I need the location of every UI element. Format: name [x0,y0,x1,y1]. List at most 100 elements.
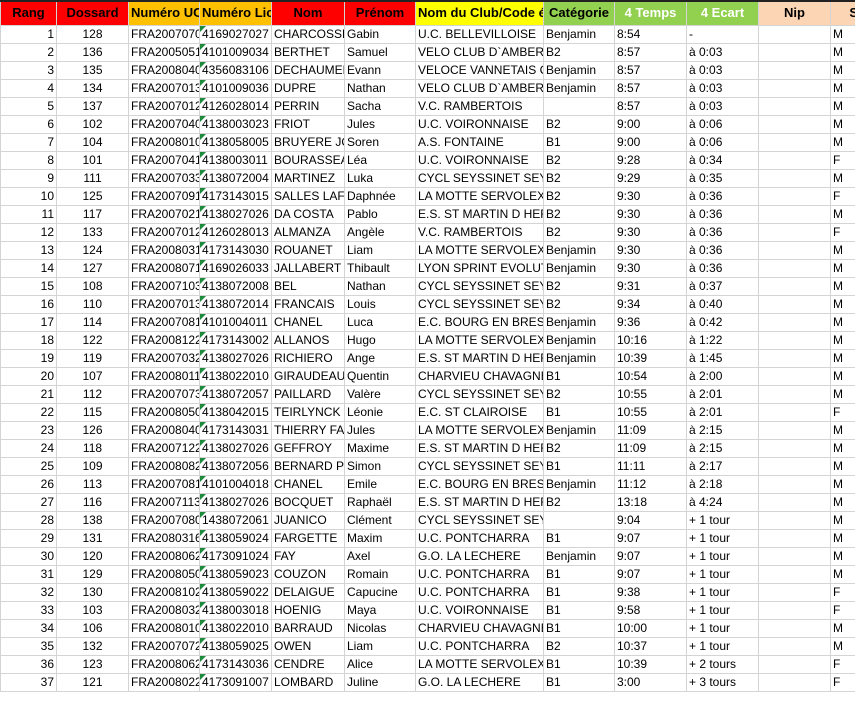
cell-numero-licence[interactable]: 4173091007 [199,672,272,692]
cell-rang[interactable]: 24 [0,438,57,458]
cell-rang[interactable]: 21 [0,384,57,404]
cell-nip[interactable] [758,456,831,476]
cell-prenom[interactable]: Axel [344,546,416,566]
cell-dossard[interactable]: 114 [56,312,129,332]
cell-ecart[interactable]: à 1:22 [686,330,759,350]
cell-nom[interactable]: PERRIN [271,96,345,116]
cell-temps[interactable]: 10:39 [614,654,687,674]
cell-temps[interactable]: 9:30 [614,204,687,224]
cell-numero-uci[interactable]: FRA2008102 [128,582,200,602]
cell-dossard[interactable]: 123 [56,654,129,674]
cell-numero-uci[interactable]: FRA2008062 [128,546,200,566]
cell-nom[interactable]: FRIOT [271,114,345,134]
cell-sexe[interactable]: F [830,150,855,170]
cell-rang[interactable]: 19 [0,348,57,368]
cell-numero-uci[interactable]: FRA2008050 [128,402,200,422]
cell-rang[interactable]: 22 [0,402,57,422]
cell-club[interactable]: U.C. PONTCHARRA [415,564,544,584]
cell-nip[interactable] [758,564,831,584]
cell-sexe[interactable]: F [830,672,855,692]
cell-prenom[interactable]: Evann [344,60,416,80]
cell-nom[interactable]: SALLES LAFONT [271,186,345,206]
cell-prenom[interactable]: Luca [344,312,416,332]
cell-numero-licence[interactable]: 4138072014 [199,294,272,314]
cell-nom[interactable]: BERNARD PEYRE [271,456,345,476]
cell-nip[interactable] [758,222,831,242]
cell-numero-uci[interactable]: FRA2007012 [128,96,200,116]
cell-categorie[interactable]: Benjamin [543,348,615,368]
cell-ecart[interactable]: à 2:15 [686,420,759,440]
cell-club[interactable]: CYCL SEYSSINET SEYSSINS [415,168,544,188]
cell-rang[interactable]: 11 [0,204,57,224]
cell-nom[interactable]: CHANEL [271,474,345,494]
cell-categorie[interactable]: B1 [543,402,615,422]
cell-nip[interactable] [758,582,831,602]
cell-numero-uci[interactable]: FRA2007113 [128,492,200,512]
cell-numero-uci[interactable]: FRA2007103 [128,276,200,296]
cell-prenom[interactable]: Clément [344,510,416,530]
column-header-rang[interactable]: Rang [0,0,57,26]
cell-temps[interactable]: 9:30 [614,258,687,278]
cell-nom[interactable]: ROUANET [271,240,345,260]
cell-nom[interactable]: CENDRE [271,654,345,674]
cell-categorie[interactable] [543,510,615,530]
cell-ecart[interactable]: à 0:03 [686,96,759,116]
cell-prenom[interactable]: Quentin [344,366,416,386]
cell-categorie[interactable]: Benjamin [543,312,615,332]
cell-numero-uci[interactable]: FRA2008122 [128,330,200,350]
cell-dossard[interactable]: 121 [56,672,129,692]
cell-numero-licence[interactable]: 4101009034 [199,42,272,62]
cell-rang[interactable]: 6 [0,114,57,134]
cell-prenom[interactable]: Pablo [344,204,416,224]
cell-sexe[interactable]: M [830,276,855,296]
cell-numero-uci[interactable]: FRA2008032 [128,600,200,620]
cell-dossard[interactable]: 131 [56,528,129,548]
cell-numero-uci[interactable]: FRA2007122 [128,438,200,458]
cell-dossard[interactable]: 134 [56,78,129,98]
cell-prenom[interactable]: Jules [344,420,416,440]
cell-temps[interactable]: 10:39 [614,348,687,368]
cell-numero-uci[interactable]: FRA2008082 [128,456,200,476]
cell-sexe[interactable]: F [830,654,855,674]
cell-club[interactable]: VELO CLUB D`AMBERIEU [415,42,544,62]
cell-sexe[interactable]: M [830,294,855,314]
cell-nip[interactable] [758,474,831,494]
cell-rang[interactable]: 30 [0,546,57,566]
cell-temps[interactable]: 9:07 [614,564,687,584]
cell-nip[interactable] [758,672,831,692]
cell-numero-uci[interactable]: FRA2007073 [128,384,200,404]
cell-club[interactable]: G.O. LA LECHERE [415,672,544,692]
cell-prenom[interactable]: Maxime [344,438,416,458]
cell-temps[interactable]: 8:57 [614,60,687,80]
cell-club[interactable]: CHARVIEU CHAVAGNEUX [415,618,544,638]
cell-rang[interactable]: 4 [0,78,57,98]
cell-rang[interactable]: 8 [0,150,57,170]
cell-categorie[interactable]: B2 [543,636,615,656]
cell-numero-licence[interactable]: 4138027026 [199,348,272,368]
cell-categorie[interactable]: B1 [543,564,615,584]
cell-club[interactable]: E.S. ST MARTIN D HERES [415,492,544,512]
cell-temps[interactable]: 9:28 [614,150,687,170]
cell-categorie[interactable]: B2 [543,42,615,62]
cell-nip[interactable] [758,276,831,296]
cell-numero-uci[interactable]: FRA2005051 [128,42,200,62]
cell-temps[interactable]: 8:57 [614,42,687,62]
cell-numero-uci[interactable]: FRA2007033 [128,168,200,188]
cell-numero-licence[interactable]: 4138003011 [199,150,272,170]
cell-rang[interactable]: 28 [0,510,57,530]
cell-nip[interactable] [758,366,831,386]
cell-temps[interactable]: 9:38 [614,582,687,602]
cell-club[interactable]: E.C. ST CLAIROISE [415,402,544,422]
cell-prenom[interactable]: Nathan [344,78,416,98]
cell-club[interactable]: U.C. BELLEVILLOISE [415,24,544,44]
cell-nip[interactable] [758,24,831,44]
cell-prenom[interactable]: Sacha [344,96,416,116]
cell-nip[interactable] [758,186,831,206]
cell-categorie[interactable]: B2 [543,204,615,224]
cell-nip[interactable] [758,654,831,674]
cell-sexe[interactable]: M [830,330,855,350]
cell-dossard[interactable]: 138 [56,510,129,530]
cell-numero-licence[interactable]: 4138059024 [199,528,272,548]
cell-prenom[interactable]: Daphnée [344,186,416,206]
cell-numero-uci[interactable]: FRA2008010 [128,132,200,152]
